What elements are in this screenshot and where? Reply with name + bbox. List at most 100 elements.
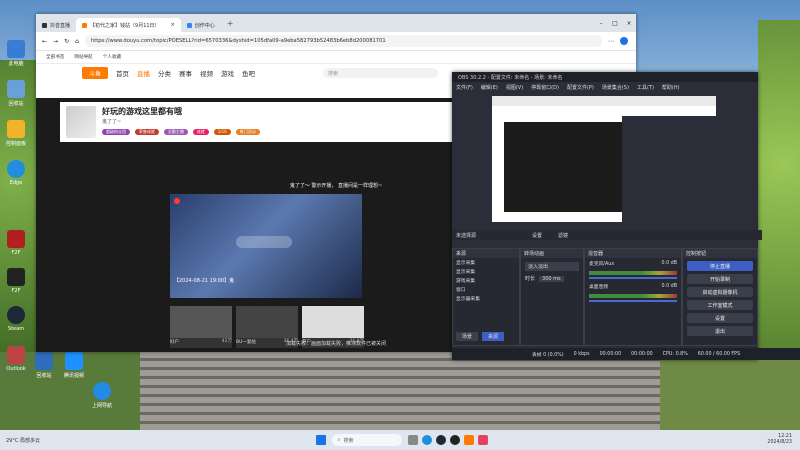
- track-db: 0.0 dB: [661, 284, 678, 289]
- source-item[interactable]: 显示采集: [453, 267, 519, 276]
- close-icon[interactable]: ×: [622, 20, 636, 27]
- desktop-icon-label: Steam: [7, 326, 25, 332]
- desktop-icon-f2f-2[interactable]: F2F: [2, 268, 30, 294]
- douyu-logo[interactable]: 斗鱼: [82, 67, 108, 79]
- exit-button[interactable]: 退出: [687, 326, 753, 336]
- controls-dock: 控制按钮 停止直播 开始录制 启动虚拟摄像机 工作室模式 设置 退出: [682, 248, 758, 346]
- minimize-icon[interactable]: –: [594, 20, 608, 27]
- badge[interactable]: 成就: [192, 129, 209, 135]
- site-search-input[interactable]: 搜索: [323, 68, 438, 78]
- streamer-name[interactable]: 鬼了了~: [102, 118, 121, 125]
- extensions-icon[interactable]: ⋯: [608, 38, 614, 45]
- menu-file[interactable]: 文件(F): [456, 84, 473, 91]
- settings-button[interactable]: 设置: [687, 313, 753, 323]
- nav-video[interactable]: 视频: [200, 68, 213, 78]
- desktop-icon-recycle[interactable]: 回收站: [2, 80, 30, 107]
- menu-profile[interactable]: 配置文件(P): [567, 84, 594, 91]
- desktop-icon-outlook[interactable]: Outlook: [2, 346, 30, 372]
- task-view-icon[interactable]: [407, 435, 418, 445]
- app-taskbar-icon[interactable]: [477, 435, 488, 445]
- badge[interactable]: 全勤主播: [163, 129, 188, 135]
- menu-view[interactable]: 视图(V): [506, 84, 523, 91]
- tab-creator[interactable]: 创作中心: [181, 18, 221, 32]
- obs-titlebar: OBS 30.2.2 - 配置文件: 未命名 - 场景: 未命名: [452, 72, 758, 82]
- virtual-camera-button[interactable]: 启动虚拟摄像机: [687, 287, 753, 297]
- back-icon[interactable]: ←: [42, 38, 47, 45]
- start-icon[interactable]: [315, 435, 326, 445]
- maximize-icon[interactable]: □: [608, 20, 622, 27]
- studio-mode-button[interactable]: 工作室模式: [687, 300, 753, 310]
- douyu-taskbar-icon[interactable]: [463, 435, 474, 445]
- obs-taskbar-icon[interactable]: [449, 435, 460, 445]
- bookmark-item[interactable]: 个人收藏: [103, 54, 121, 60]
- nav-games[interactable]: 游戏: [221, 68, 234, 78]
- source-item[interactable]: 游戏采集: [453, 276, 519, 285]
- preview-filters-button[interactable]: 滤镜: [558, 232, 568, 239]
- tab-douyin[interactable]: 抖音直播: [36, 18, 76, 32]
- streamer-avatar[interactable]: [66, 106, 96, 138]
- edge-taskbar-icon[interactable]: [421, 435, 432, 445]
- desktop-icon-steam[interactable]: Steam: [2, 306, 30, 332]
- menu-docks[interactable]: 停靠窗口(D): [531, 84, 559, 91]
- address-bar[interactable]: https://www.douyu.com/topic/POESELL?rid=…: [84, 35, 602, 47]
- clip-thumb: [170, 306, 232, 338]
- obs-preview-bar: 未选择源 设置 滤镜: [452, 230, 762, 240]
- desktop-icon-control[interactable]: 控制面板: [2, 120, 30, 147]
- bookmark-item[interactable]: 全部书签: [46, 54, 64, 60]
- bookmark-item[interactable]: 网站导航: [74, 54, 92, 60]
- preview-settings-button[interactable]: 设置: [532, 232, 542, 239]
- desktop-icon-bottom-3[interactable]: 上网导航: [88, 382, 116, 409]
- forward-icon[interactable]: →: [53, 38, 58, 45]
- nav-home[interactable]: 首页: [116, 68, 129, 78]
- clock[interactable]: 12:21 2024/8/23: [767, 434, 792, 446]
- menu-edit[interactable]: 编辑(E): [481, 84, 498, 91]
- nav-fishbar[interactable]: 鱼吧: [242, 68, 255, 78]
- clip-thumb: [236, 306, 298, 338]
- home-icon[interactable]: ⌂: [75, 38, 79, 45]
- tab-sources[interactable]: 来源: [482, 331, 505, 341]
- transition-select[interactable]: 淡入淡出: [525, 262, 579, 271]
- duration-input[interactable]: 300 ms: [539, 275, 564, 282]
- volume-slider[interactable]: [589, 277, 677, 279]
- desktop-icon-this-pc[interactable]: 此电脑: [2, 40, 30, 67]
- desktop-icon-bottom-1[interactable]: 回收站: [30, 352, 58, 379]
- play-button[interactable]: [236, 236, 292, 248]
- wallpaper-trees-right: [758, 20, 800, 380]
- recycle-bin-icon: [35, 352, 53, 370]
- url-text: https://www.douyu.com/topic/POESELL?rid=…: [90, 38, 386, 44]
- tab-close-icon[interactable]: ×: [171, 22, 175, 28]
- menu-help[interactable]: 帮助(H): [662, 84, 680, 91]
- weather-widget[interactable]: 29°C 局部多云: [6, 437, 40, 444]
- desktop-icon-bottom-2[interactable]: 腾讯视频: [60, 352, 88, 379]
- source-item[interactable]: 窗口: [453, 285, 519, 294]
- tab-douyu[interactable]: 【初代之家】钱站（9月11日） ×: [76, 18, 181, 32]
- badge-row: 超级粉丝团 荣誉成就 全勤主播 成就 1/10 热门活动: [102, 128, 263, 135]
- stop-streaming-button[interactable]: 停止直播: [687, 261, 753, 271]
- transition-mode: 淡入淡出: [528, 264, 549, 270]
- desktop-icon-label: 腾讯视频: [63, 373, 84, 379]
- obs-preview[interactable]: [492, 96, 716, 222]
- new-tab-button[interactable]: +: [227, 19, 234, 28]
- start-recording-button[interactable]: 开始录制: [687, 274, 753, 284]
- duration-row: 时长 300 ms: [525, 275, 579, 282]
- badge[interactable]: 超级粉丝团: [102, 129, 130, 135]
- nav-live[interactable]: 直播: [137, 68, 150, 78]
- source-item[interactable]: 显示器采集: [453, 294, 519, 303]
- reload-icon[interactable]: ↻: [64, 38, 69, 45]
- nav-category[interactable]: 分类: [158, 68, 171, 78]
- taskbar-search-input[interactable]: ⌕ 搜索: [331, 434, 402, 446]
- profile-icon[interactable]: [620, 37, 628, 45]
- tab-scenes[interactable]: 场景: [456, 331, 479, 341]
- steam-taskbar-icon[interactable]: [435, 435, 446, 445]
- badge[interactable]: 热门活动: [235, 129, 260, 135]
- source-item[interactable]: 显示采集: [453, 258, 519, 267]
- badge[interactable]: 荣誉成就: [134, 129, 159, 135]
- desktop-icon-f2f-1[interactable]: F2F: [2, 230, 30, 256]
- menu-tools[interactable]: 工具(T): [637, 84, 654, 91]
- desktop-icon-edge[interactable]: Edge: [2, 160, 30, 186]
- badge[interactable]: 1/10: [213, 128, 231, 135]
- video-player[interactable]: 【2024-08-21 19:00】鬼: [170, 194, 362, 298]
- nav-events[interactable]: 赛事: [179, 68, 192, 78]
- menu-scene-collection[interactable]: 场景集合(S): [602, 84, 629, 91]
- volume-slider[interactable]: [589, 300, 677, 302]
